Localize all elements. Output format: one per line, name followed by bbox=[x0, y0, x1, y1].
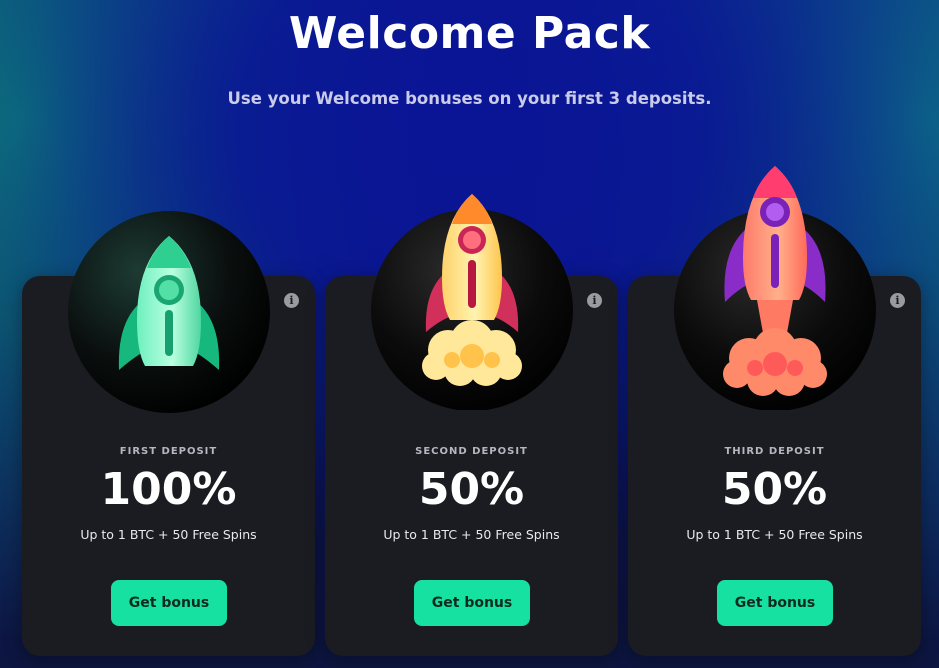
get-bonus-button[interactable]: Get bonus bbox=[717, 580, 833, 626]
green-rocket-icon bbox=[68, 211, 270, 413]
deposit-label: FIRST DEPOSIT bbox=[119, 446, 218, 457]
deposit-label: SECOND DEPOSIT bbox=[415, 446, 528, 457]
orange-rocket-launch-icon bbox=[674, 166, 876, 410]
deposit-label: THIRD DEPOSIT bbox=[724, 446, 825, 457]
info-icon[interactable]: i bbox=[587, 293, 602, 308]
bonus-percent: 100% bbox=[100, 464, 237, 515]
page-title: Welcome Pack bbox=[288, 8, 651, 59]
get-bonus-button[interactable]: Get bonus bbox=[111, 580, 227, 626]
info-icon[interactable]: i bbox=[890, 293, 905, 308]
bonus-description: Up to 1 BTC + 50 Free Spins bbox=[383, 527, 560, 542]
yellow-rocket-launch-icon bbox=[371, 194, 573, 410]
bonus-description: Up to 1 BTC + 50 Free Spins bbox=[80, 527, 257, 542]
bonus-percent: 50% bbox=[418, 464, 525, 515]
get-bonus-button[interactable]: Get bonus bbox=[414, 580, 530, 626]
bonus-percent: 50% bbox=[721, 464, 828, 515]
page-subtitle: Use your Welcome bonuses on your first 3… bbox=[227, 89, 712, 108]
info-icon[interactable]: i bbox=[284, 293, 299, 308]
bonus-description: Up to 1 BTC + 50 Free Spins bbox=[686, 527, 863, 542]
